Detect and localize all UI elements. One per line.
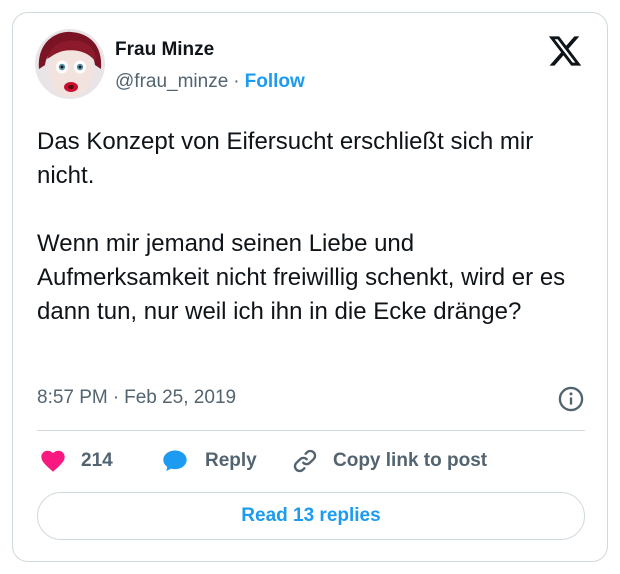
tweet-date[interactable]: Feb 25, 2019 [124,387,236,408]
tweet-card: Frau Minze @frau_minze · Follow Das Konzep… [12,12,608,562]
copy-link-label: Copy link to post [333,450,488,471]
like-count: 214 [81,450,113,471]
author-handle-row: @frau_minze · Follow [115,71,305,93]
reply-label: Reply [205,450,257,471]
tweet-time[interactable]: 8:57 PM [37,387,108,408]
tweet-text: Das Konzept von Eifersucht erschließt si… [37,128,566,325]
handle-separator: · [233,71,240,92]
author-handle[interactable]: @frau_minze [115,71,228,92]
like-button[interactable]: 214 [39,445,113,477]
divider [37,430,585,431]
avatar[interactable] [35,29,105,99]
avatar-image [35,29,105,99]
read-replies-label: Read 13 replies [241,505,381,526]
timestamp-row: 8:57 PM · Feb 25, 2019 [37,386,585,412]
x-logo-icon[interactable] [547,33,583,69]
speech-bubble-icon [163,450,187,472]
follow-button[interactable]: Follow [245,71,305,92]
link-icon [293,449,317,473]
action-bar: 214 Reply Copy link to post [37,445,585,477]
info-icon[interactable] [557,385,585,413]
heart-icon [41,450,65,472]
timestamp-separator: · [112,387,120,408]
read-replies-button[interactable]: Read 13 replies [37,492,585,540]
author-name[interactable]: Frau Minze [115,39,214,61]
copy-link-button[interactable]: Copy link to post [291,445,487,477]
reply-button[interactable]: Reply [161,445,257,477]
